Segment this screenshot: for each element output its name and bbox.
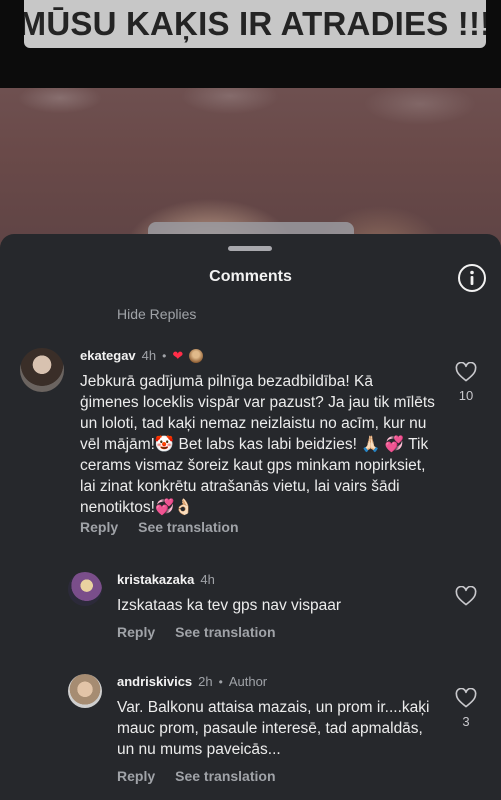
reply-button[interactable]: Reply	[117, 768, 155, 784]
reply-item: andriskivics 2h • Author Var. Balkonu at…	[0, 672, 501, 792]
comment-meta: kristakazaka 4h	[117, 572, 215, 587]
comment-time: 4h	[141, 348, 157, 363]
see-translation-button[interactable]: See translation	[175, 624, 275, 640]
like-button[interactable]: 10	[454, 362, 478, 403]
see-translation-button[interactable]: See translation	[175, 768, 275, 784]
avatar[interactable]	[68, 674, 102, 708]
comment-username[interactable]: ekategav	[80, 348, 136, 363]
comment-actions: Reply See translation	[117, 768, 276, 784]
hide-replies-link[interactable]: Hide Replies	[117, 306, 196, 322]
comment-text: Izskataas ka tev gps nav vispaar	[117, 597, 342, 614]
comment-text: Jebkurā gadījumā pilnīga bezadbildība! K…	[80, 373, 435, 516]
comment-item: ekategav 4h • ❤ Jebkurā gadījumā pilnīga…	[0, 346, 501, 546]
comment-actions: Reply See translation	[80, 519, 239, 535]
reply-item: kristakazaka 4h Izskataas ka tev gps nav…	[0, 570, 501, 650]
info-icon	[470, 270, 474, 285]
avatar[interactable]	[20, 348, 64, 392]
heart-outline-icon	[455, 586, 477, 606]
heart-outline-icon	[455, 362, 477, 382]
see-translation-button[interactable]: See translation	[138, 519, 238, 535]
heart-outline-icon	[455, 688, 477, 708]
comment-text: Var. Balkonu attaisa mazais, un prom ir.…	[117, 699, 430, 758]
comment-meta: ekategav 4h • ❤	[80, 348, 204, 363]
avatar[interactable]	[68, 572, 102, 606]
separator-dot: •	[162, 348, 167, 363]
reply-button[interactable]: Reply	[80, 519, 118, 535]
sheet-title: Comments	[209, 268, 292, 285]
author-badge: Author	[228, 674, 268, 689]
comment-actions: Reply See translation	[117, 624, 276, 640]
comment-meta: andriskivics 2h • Author	[117, 674, 267, 689]
info-button[interactable]	[458, 264, 486, 292]
like-count: 3	[462, 714, 470, 729]
screen: MŪSU KAĶIS IR ATRADIES !!! Comments Hide…	[0, 0, 501, 800]
author-liked-avatar	[189, 348, 204, 363]
drag-handle[interactable]	[228, 246, 272, 251]
comments-sheet: Comments Hide Replies ekategav 4h • ❤ Je…	[0, 234, 501, 800]
like-button[interactable]	[454, 586, 478, 606]
separator-dot: •	[218, 674, 223, 689]
comment-username[interactable]: andriskivics	[117, 674, 192, 689]
heart-filled-icon: ❤	[172, 348, 184, 363]
comment-time: 2h	[198, 674, 213, 689]
like-button[interactable]: 3	[454, 688, 478, 729]
reply-button[interactable]: Reply	[117, 624, 155, 640]
post-caption: MŪSU KAĶIS IR ATRADIES !!!	[24, 0, 486, 48]
comment-time: 4h	[200, 572, 215, 587]
comment-username[interactable]: kristakazaka	[117, 572, 194, 587]
like-count: 10	[458, 388, 474, 403]
